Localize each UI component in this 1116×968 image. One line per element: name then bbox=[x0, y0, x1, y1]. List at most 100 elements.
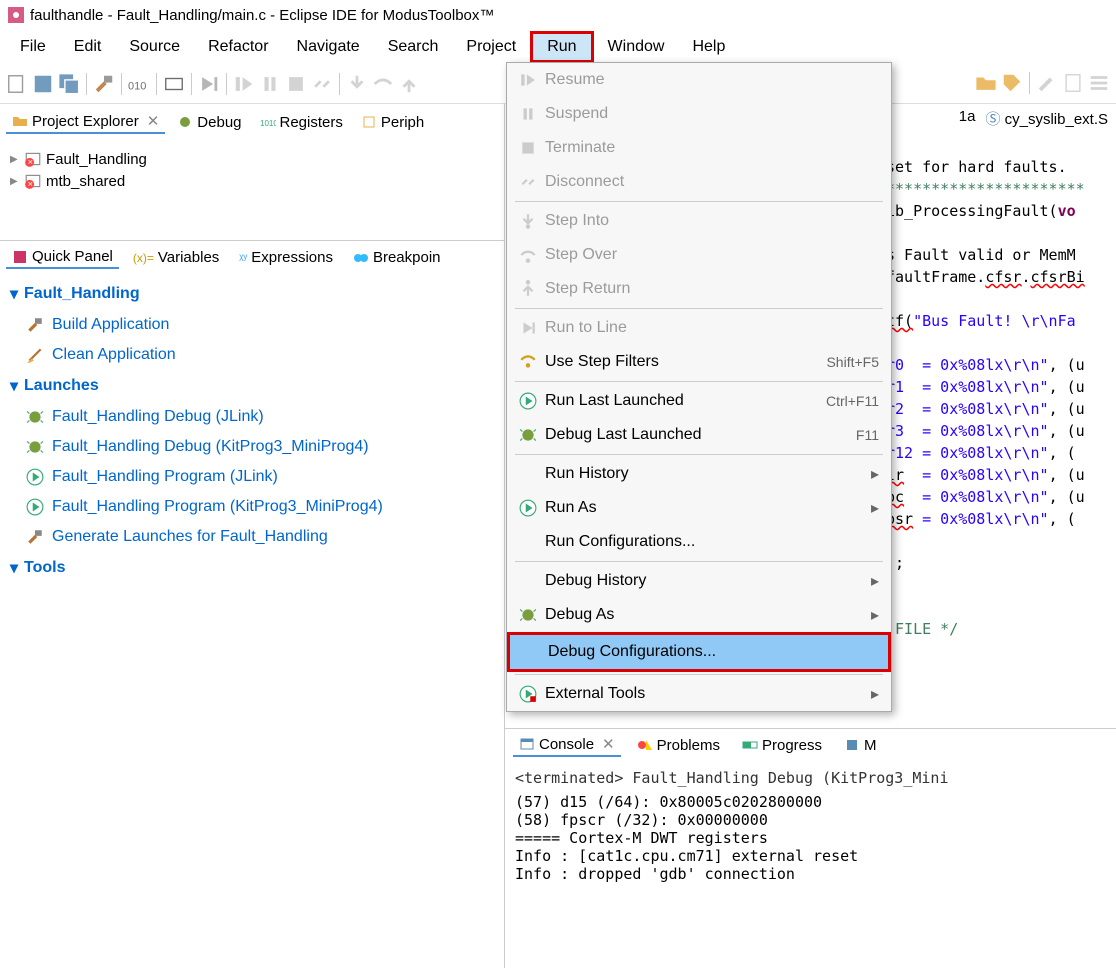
bottom-left-tabs: Quick Panel (x)= Variables ᵡʸ Expression… bbox=[0, 240, 504, 274]
variables-icon: (x)= bbox=[133, 251, 154, 265]
menu-run-last[interactable]: Run Last Launched Ctrl+F11 bbox=[507, 384, 891, 418]
play-icon bbox=[515, 499, 541, 517]
pencil-icon[interactable] bbox=[1036, 72, 1058, 94]
run-menu-dropdown: Resume Suspend Terminate Disconnect Step… bbox=[506, 62, 892, 712]
panel-icon bbox=[12, 249, 28, 265]
tab-peripherals[interactable]: Periph bbox=[355, 112, 430, 133]
step-into-icon[interactable] bbox=[346, 73, 368, 95]
tab-label: Registers bbox=[280, 114, 343, 131]
open-folder-icon[interactable] bbox=[975, 72, 997, 94]
console-line: Info : [cat1c.cpu.cm71] external reset bbox=[515, 847, 1106, 865]
hammer-icon[interactable] bbox=[93, 73, 115, 95]
resume-icon[interactable] bbox=[233, 73, 255, 95]
code-editor[interactable]: set for hard faults. *******************… bbox=[886, 134, 1116, 662]
disconnect-icon[interactable] bbox=[311, 73, 333, 95]
menu-project[interactable]: Project bbox=[452, 34, 530, 60]
menu-edit[interactable]: Edit bbox=[60, 34, 116, 60]
tab-progress[interactable]: Progress bbox=[736, 735, 828, 756]
tab-debug[interactable]: Debug bbox=[171, 112, 247, 133]
menu-navigate[interactable]: Navigate bbox=[283, 34, 374, 60]
menu-search[interactable]: Search bbox=[374, 34, 453, 60]
tab-quick-panel[interactable]: Quick Panel bbox=[6, 246, 119, 269]
tag-icon[interactable] bbox=[1001, 72, 1023, 94]
qp-program-kitprog[interactable]: Fault_Handling Program (KitProg3_MiniPro… bbox=[10, 492, 494, 522]
right-toolbar bbox=[975, 72, 1110, 94]
expand-icon[interactable]: ▶ bbox=[10, 154, 20, 165]
svg-text:1010: 1010 bbox=[260, 119, 276, 128]
list-icon[interactable] bbox=[1088, 72, 1110, 94]
memory-icon bbox=[844, 737, 860, 753]
tab-problems[interactable]: Problems bbox=[631, 735, 726, 756]
qp-program-jlink[interactable]: Fault_Handling Program (JLink) bbox=[10, 462, 494, 492]
menu-run[interactable]: Run bbox=[530, 31, 593, 63]
menu-debug-configurations[interactable]: Debug Configurations... bbox=[507, 632, 891, 672]
console-line: (57) d15 (/64): 0x80005c0202800000 bbox=[515, 793, 1106, 811]
menu-run-history[interactable]: Run History ▸ bbox=[507, 457, 891, 491]
tab-breakpoints[interactable]: Breakpoin bbox=[347, 247, 447, 268]
bug-icon bbox=[515, 606, 541, 624]
menu-run-as[interactable]: Run As ▸ bbox=[507, 491, 891, 525]
tab-variables[interactable]: (x)= Variables bbox=[127, 247, 225, 268]
close-icon[interactable]: ✕ bbox=[143, 112, 160, 130]
qp-clean-application[interactable]: Clean Application bbox=[10, 340, 494, 370]
menu-step-return: Step Return bbox=[507, 272, 891, 306]
binary-icon[interactable]: 010 bbox=[128, 73, 150, 95]
tab-console[interactable]: Console ✕ bbox=[513, 733, 621, 757]
skip-icon[interactable] bbox=[198, 73, 220, 95]
menu-file[interactable]: File bbox=[6, 34, 60, 60]
menu-debug-as[interactable]: Debug As ▸ bbox=[507, 598, 891, 632]
tab-expressions[interactable]: ᵡʸ Expressions bbox=[233, 247, 339, 268]
save-icon[interactable] bbox=[32, 73, 54, 95]
suspend-icon[interactable] bbox=[259, 73, 281, 95]
expand-icon[interactable]: ▶ bbox=[10, 176, 20, 187]
qp-heading-project[interactable]: ▾Fault_Handling bbox=[10, 278, 494, 310]
step-into-icon bbox=[515, 212, 541, 230]
run-to-line-icon bbox=[515, 319, 541, 337]
console-body[interactable]: <terminated> Fault_Handling Debug (KitPr… bbox=[505, 761, 1116, 891]
doc-icon[interactable] bbox=[1062, 72, 1084, 94]
save-all-icon[interactable] bbox=[58, 73, 80, 95]
qp-generate-launches[interactable]: Generate Launches for Fault_Handling bbox=[10, 522, 494, 552]
editor-tab-2[interactable]: Ⓢ cy_syslib_ext.S bbox=[985, 108, 1108, 129]
project-name: mtb_shared bbox=[46, 173, 125, 190]
qp-build-application[interactable]: Build Application bbox=[10, 310, 494, 340]
menu-window[interactable]: Window bbox=[594, 34, 679, 60]
broom-icon bbox=[26, 346, 44, 364]
app-icon bbox=[8, 7, 24, 23]
register-icon[interactable] bbox=[163, 73, 185, 95]
bug-icon bbox=[26, 438, 44, 456]
menu-run-configurations[interactable]: Run Configurations... bbox=[507, 525, 891, 559]
qp-debug-kitprog[interactable]: Fault_Handling Debug (KitProg3_MiniProg4… bbox=[10, 432, 494, 462]
console-icon bbox=[519, 736, 535, 752]
menu-step-into: Step Into bbox=[507, 204, 891, 238]
console-tabs: Console ✕ Problems Progress M bbox=[505, 729, 1116, 761]
qp-item-label: Fault_Handling Program (JLink) bbox=[52, 468, 278, 486]
tab-registers[interactable]: 1010 Registers bbox=[254, 112, 349, 133]
project-item-fault-handling[interactable]: ▶ ✕ Fault_Handling bbox=[10, 148, 494, 170]
editor-tab-1[interactable]: 1a bbox=[959, 108, 976, 129]
menu-debug-last[interactable]: Debug Last Launched F11 bbox=[507, 418, 891, 452]
step-return-icon[interactable] bbox=[398, 73, 420, 95]
step-over-icon[interactable] bbox=[372, 73, 394, 95]
new-icon[interactable] bbox=[6, 73, 28, 95]
menu-help[interactable]: Help bbox=[678, 34, 739, 60]
tab-project-explorer[interactable]: Project Explorer ✕ bbox=[6, 110, 165, 134]
suspend-icon bbox=[515, 105, 541, 123]
bug-icon bbox=[177, 114, 193, 130]
menu-refactor[interactable]: Refactor bbox=[194, 34, 282, 60]
window-title: faulthandle - Fault_Handling/main.c - Ec… bbox=[30, 7, 494, 24]
menu-source[interactable]: Source bbox=[115, 34, 194, 60]
qp-heading-tools[interactable]: ▾Tools bbox=[10, 552, 494, 584]
qp-debug-jlink[interactable]: Fault_Handling Debug (JLink) bbox=[10, 402, 494, 432]
qp-heading-launches[interactable]: ▾Launches bbox=[10, 370, 494, 402]
menu-use-step-filters[interactable]: Use Step Filters Shift+F5 bbox=[507, 345, 891, 379]
project-name: Fault_Handling bbox=[46, 151, 147, 168]
left-column: Project Explorer ✕ Debug 1010 Registers … bbox=[0, 104, 505, 968]
step-over-icon bbox=[515, 246, 541, 264]
menu-debug-history[interactable]: Debug History ▸ bbox=[507, 564, 891, 598]
menu-external-tools[interactable]: External Tools ▸ bbox=[507, 677, 891, 711]
terminate-icon[interactable] bbox=[285, 73, 307, 95]
close-icon[interactable]: ✕ bbox=[598, 735, 615, 753]
tab-memory[interactable]: M bbox=[838, 735, 883, 756]
project-item-mtb-shared[interactable]: ▶ ✕ mtb_shared bbox=[10, 170, 494, 192]
